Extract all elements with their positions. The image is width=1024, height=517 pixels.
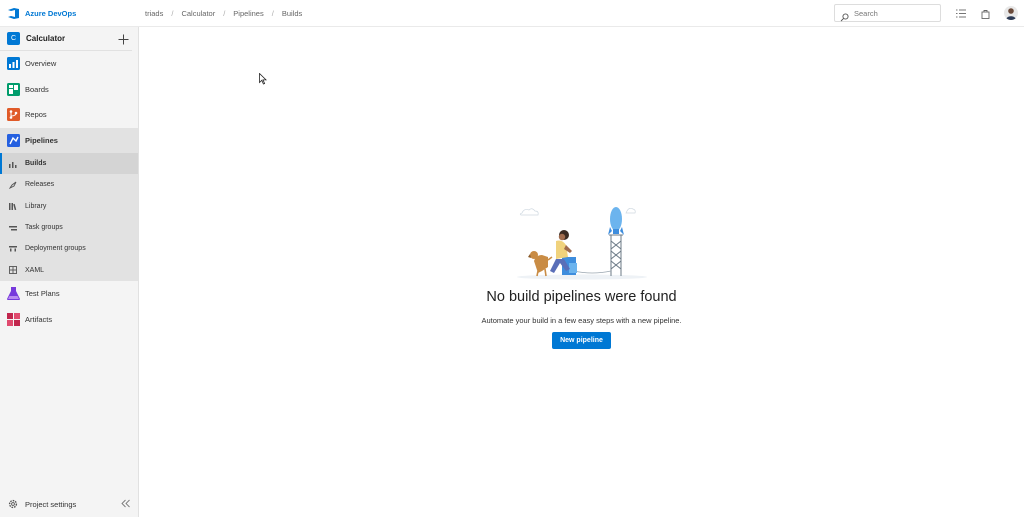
sidebar-item-test-plans[interactable]: Test Plans <box>0 281 138 307</box>
pipelines-submenu: Builds Releases Library Task groups Depl… <box>0 153 138 281</box>
deployment-groups-icon <box>9 245 17 253</box>
sidebar-item-label: Test Plans <box>25 289 60 299</box>
library-icon <box>9 202 17 211</box>
sidebar-item-repos[interactable]: Repos <box>0 102 138 128</box>
sub-item-label: Task groups <box>25 224 63 232</box>
search-box[interactable] <box>834 4 941 22</box>
project-settings-label: Project settings <box>25 499 77 509</box>
task-groups-icon <box>9 224 17 232</box>
test-plans-icon <box>6 287 20 301</box>
breadcrumb-separator: / <box>223 8 226 18</box>
project-header[interactable]: C Calculator <box>0 27 132 51</box>
sidebar: C Calculator Overview Boards Repos Pipel… <box>0 27 139 517</box>
xaml-icon <box>9 266 17 275</box>
brand[interactable]: Azure DevOps <box>0 0 139 27</box>
sidebar-item-label: Artifacts <box>25 314 53 324</box>
sub-item-label: Deployment groups <box>25 245 86 253</box>
breadcrumb-builds[interactable]: Builds <box>282 9 302 18</box>
empty-state-illustration <box>517 207 647 280</box>
sidebar-item-releases[interactable]: Releases <box>0 174 138 195</box>
sidebar-item-label: Overview <box>25 59 57 69</box>
sidebar-item-label: Boards <box>25 84 49 94</box>
sidebar-item-deployment-groups[interactable]: Deployment groups <box>0 238 138 259</box>
sidebar-item-xaml[interactable]: XAML <box>0 259 138 280</box>
project-name: Calculator <box>26 34 66 43</box>
sub-item-label: XAML <box>25 266 45 274</box>
sidebar-item-label: Repos <box>25 110 47 120</box>
breadcrumb-org[interactable]: triads <box>145 9 163 18</box>
sidebar-item-label: Pipelines <box>25 135 58 145</box>
top-bar: Azure DevOps triads / Calculator / Pipel… <box>0 0 1024 27</box>
sidebar-item-artifacts[interactable]: Artifacts <box>0 306 138 332</box>
artifacts-icon <box>6 312 20 326</box>
repos-icon <box>6 108 20 122</box>
search-icon <box>840 9 849 21</box>
project-settings[interactable]: Project settings <box>0 491 138 517</box>
gear-icon <box>8 499 18 509</box>
sidebar-item-builds[interactable]: Builds <box>0 153 138 175</box>
shopping-bag-icon[interactable] <box>980 8 991 19</box>
search-input[interactable] <box>854 8 934 18</box>
mouse-cursor-icon <box>259 73 267 85</box>
empty-state-subtitle: Automate your build in a few easy steps … <box>481 316 682 325</box>
sidebar-item-overview[interactable]: Overview <box>0 51 138 77</box>
breadcrumb-pipelines[interactable]: Pipelines <box>233 9 263 18</box>
pipelines-icon <box>6 133 20 147</box>
azure-devops-logo-icon <box>7 7 20 20</box>
builds-icon <box>9 160 17 168</box>
main-content: No build pipelines were found Automate y… <box>139 27 1024 517</box>
collapse-sidebar-icon[interactable] <box>121 499 130 508</box>
sidebar-item-boards[interactable]: Boards <box>0 77 138 103</box>
breadcrumb-separator: / <box>271 8 274 18</box>
sub-item-label: Library <box>25 202 47 210</box>
sidebar-item-library[interactable]: Library <box>0 196 138 217</box>
project-badge: C <box>7 32 20 45</box>
boards-icon <box>6 82 20 96</box>
breadcrumb-project[interactable]: Calculator <box>181 9 215 18</box>
sidebar-item-pipelines[interactable]: Pipelines <box>0 127 138 153</box>
breadcrumb: triads / Calculator / Pipelines / Builds <box>139 9 302 18</box>
new-pipeline-button[interactable]: New pipeline <box>552 332 611 349</box>
breadcrumb-separator: / <box>171 8 174 18</box>
avatar[interactable] <box>1004 6 1018 20</box>
overview-icon <box>6 57 20 71</box>
sidebar-item-task-groups[interactable]: Task groups <box>0 217 138 238</box>
brand-name: Azure DevOps <box>25 8 77 18</box>
sub-item-label: Builds <box>25 160 47 168</box>
empty-state-title: No build pipelines were found <box>486 289 677 305</box>
releases-icon <box>9 181 17 189</box>
sub-item-label: Releases <box>25 181 55 189</box>
add-icon[interactable] <box>118 32 129 45</box>
list-icon[interactable] <box>955 8 966 19</box>
